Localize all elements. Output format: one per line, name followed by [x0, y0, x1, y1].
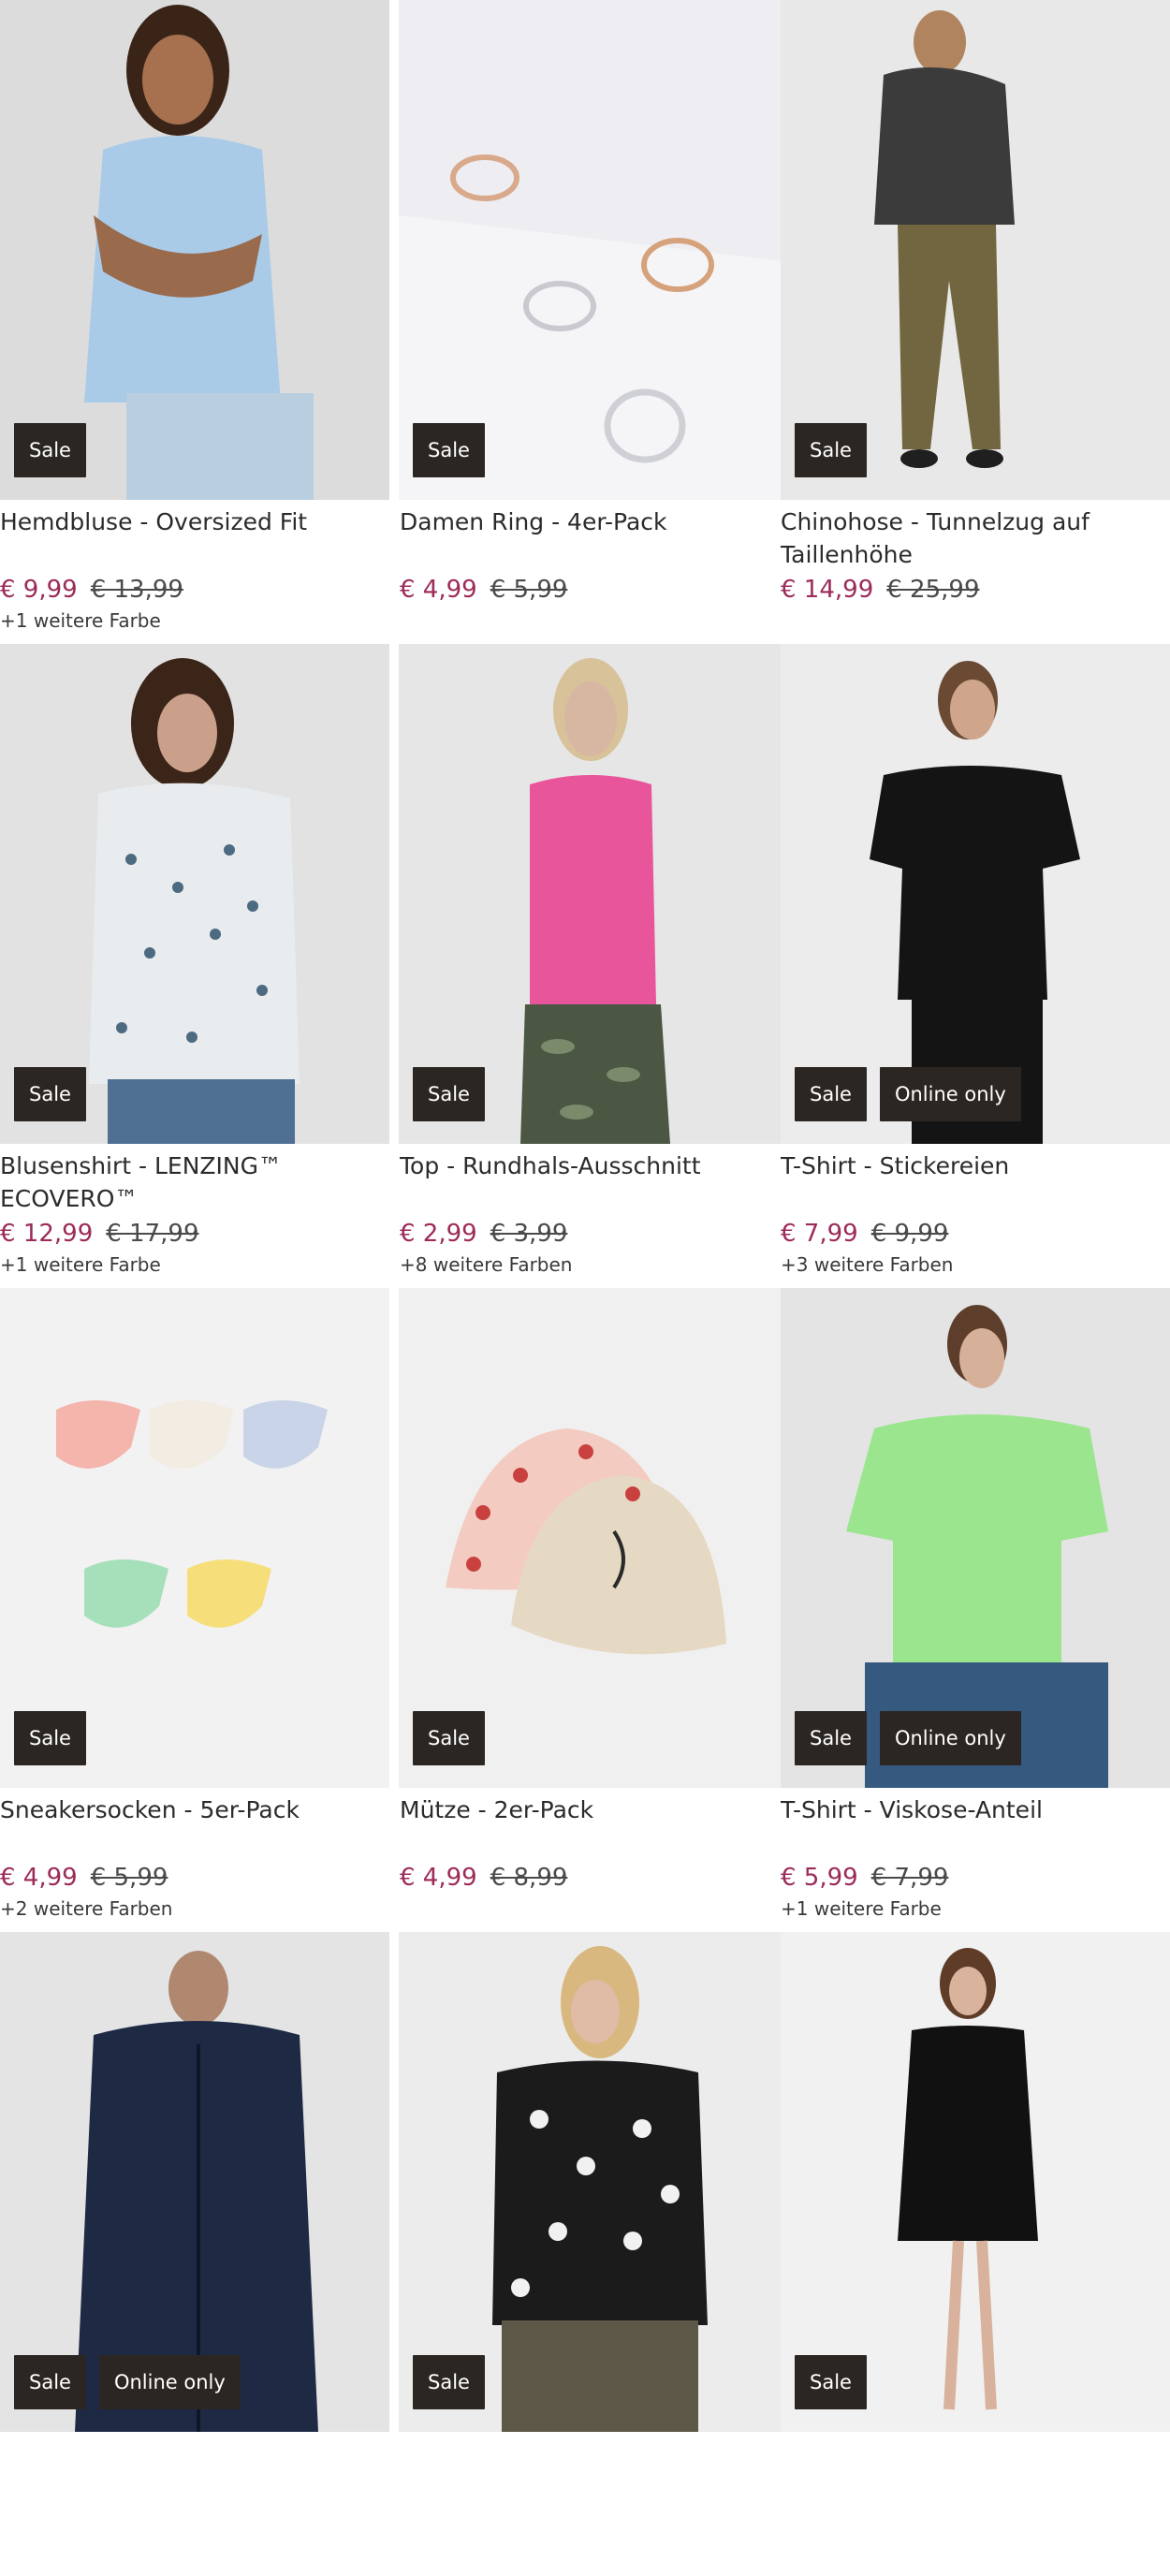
- sale-badge: Sale: [413, 423, 485, 477]
- original-price: € 5,99: [490, 576, 568, 604]
- product-image[interactable]: Sale Online only: [781, 1288, 1170, 1788]
- original-price: € 13,99: [90, 576, 183, 604]
- product-card[interactable]: Sale Blusenshirt - LENZING™ ECOVERO™ € 1…: [0, 644, 389, 1288]
- original-price: € 17,99: [106, 1220, 199, 1248]
- product-title[interactable]: Hemdbluse - Oversized Fit: [0, 505, 389, 573]
- price-row: € 12,99 € 17,99: [0, 1217, 389, 1251]
- product-title[interactable]: Sneakersocken - 5er-Pack: [0, 1793, 389, 1861]
- price-row: € 7,99 € 9,99: [781, 1217, 1170, 1251]
- original-price: € 9,99: [870, 1220, 949, 1248]
- badge-group: Sale: [795, 423, 867, 477]
- sale-price: € 9,99: [0, 576, 78, 604]
- product-grid: Sale Hemdbluse - Oversized Fit € 9,99 € …: [0, 0, 1170, 2576]
- sale-price: € 4,99: [400, 1864, 477, 1892]
- sale-badge: Sale: [14, 423, 86, 477]
- price-row: € 4,99 € 5,99: [0, 1861, 389, 1895]
- sale-price: € 7,99: [781, 1220, 858, 1248]
- badge-group: Sale: [413, 2355, 485, 2409]
- badge-group: Sale: [14, 1067, 86, 1121]
- product-title[interactable]: Blusenshirt - LENZING™ ECOVERO™: [0, 1149, 389, 1217]
- sale-price: € 4,99: [0, 1864, 78, 1892]
- price-row: € 4,99 € 5,99: [400, 573, 770, 607]
- product-card[interactable]: Sale Online only: [0, 1932, 389, 2576]
- product-image[interactable]: Sale: [0, 1288, 389, 1788]
- product-image[interactable]: Sale: [0, 644, 389, 1144]
- badge-group: Sale: [14, 1711, 86, 1765]
- product-image[interactable]: Sale: [399, 0, 790, 500]
- sale-badge: Sale: [14, 1067, 86, 1121]
- sale-badge: Sale: [14, 2355, 86, 2409]
- sale-badge: Sale: [413, 2355, 485, 2409]
- original-price: € 25,99: [886, 576, 980, 604]
- original-price: € 8,99: [490, 1864, 568, 1892]
- price-row: € 9,99 € 13,99: [0, 573, 389, 607]
- online-only-badge: Online only: [98, 2355, 241, 2409]
- product-title[interactable]: T-Shirt - Stickereien: [781, 1149, 1170, 1217]
- original-price: € 7,99: [870, 1864, 949, 1892]
- product-title[interactable]: Chinohose - Tunnelzug auf Taillenhöhe: [781, 505, 1170, 573]
- product-card[interactable]: Sale Damen Ring - 4er-Pack € 4,99 € 5,99: [389, 0, 790, 644]
- sale-price: € 12,99: [0, 1220, 94, 1248]
- product-image[interactable]: Sale: [781, 0, 1170, 500]
- more-colors[interactable]: +1 weitere Farbe: [0, 607, 389, 634]
- badge-group: Sale: [14, 423, 86, 477]
- sale-badge: Sale: [795, 2355, 867, 2409]
- product-card[interactable]: Sale Mütze - 2er-Pack € 4,99 € 8,99: [389, 1288, 790, 1932]
- online-only-badge: Online only: [879, 1067, 1021, 1121]
- badge-group: Sale: [795, 2355, 867, 2409]
- sale-badge: Sale: [413, 1711, 485, 1765]
- product-title[interactable]: T-Shirt - Viskose-Anteil: [781, 1793, 1170, 1861]
- sale-badge: Sale: [795, 1711, 867, 1765]
- product-card[interactable]: Sale: [781, 1932, 1170, 2576]
- product-card[interactable]: Sale Top - Rundhals-Ausschnitt € 2,99 € …: [389, 644, 790, 1288]
- sale-price: € 5,99: [781, 1864, 858, 1892]
- badge-group: Sale: [413, 423, 485, 477]
- product-title[interactable]: Top - Rundhals-Ausschnitt: [400, 1149, 770, 1217]
- badge-group: Sale Online only: [14, 2355, 241, 2409]
- online-only-badge: Online only: [879, 1711, 1021, 1765]
- product-card[interactable]: Sale Online only T-Shirt - Stickereien €…: [781, 644, 1170, 1288]
- badge-group: Sale Online only: [795, 1067, 1021, 1121]
- product-title[interactable]: Mütze - 2er-Pack: [400, 1793, 770, 1861]
- more-colors[interactable]: +1 weitere Farbe: [0, 1251, 389, 1278]
- sale-badge: Sale: [413, 1067, 485, 1121]
- product-image[interactable]: Sale Online only: [781, 644, 1170, 1144]
- product-image[interactable]: Sale: [399, 1288, 790, 1788]
- sale-price: € 2,99: [400, 1220, 477, 1248]
- badge-group: Sale: [413, 1711, 485, 1765]
- product-card[interactable]: Sale: [389, 1932, 790, 2576]
- original-price: € 3,99: [490, 1220, 568, 1248]
- product-card[interactable]: Sale Chinohose - Tunnelzug auf Taillenhö…: [781, 0, 1170, 644]
- product-title[interactable]: Damen Ring - 4er-Pack: [400, 505, 770, 573]
- sale-price: € 14,99: [781, 576, 874, 604]
- sale-badge: Sale: [14, 1711, 86, 1765]
- sale-badge: Sale: [795, 423, 867, 477]
- badge-group: Sale: [413, 1067, 485, 1121]
- product-card[interactable]: Sale Online only T-Shirt - Viskose-Antei…: [781, 1288, 1170, 1932]
- price-row: € 2,99 € 3,99: [400, 1217, 770, 1251]
- product-card[interactable]: Sale Hemdbluse - Oversized Fit € 9,99 € …: [0, 0, 389, 644]
- more-colors[interactable]: +8 weitere Farben: [400, 1251, 770, 1278]
- product-image[interactable]: Sale: [0, 0, 389, 500]
- more-colors[interactable]: +3 weitere Farben: [781, 1251, 1170, 1278]
- original-price: € 5,99: [90, 1864, 168, 1892]
- price-row: € 5,99 € 7,99: [781, 1861, 1170, 1895]
- price-row: € 4,99 € 8,99: [400, 1861, 770, 1895]
- product-image[interactable]: Sale: [781, 1932, 1170, 2432]
- more-colors[interactable]: +1 weitere Farbe: [781, 1895, 1170, 1922]
- price-row: € 14,99 € 25,99: [781, 573, 1170, 607]
- sale-badge: Sale: [795, 1067, 867, 1121]
- product-card[interactable]: Sale Sneakersocken - 5er-Pack € 4,99 € 5…: [0, 1288, 389, 1932]
- product-image[interactable]: Sale: [399, 1932, 790, 2432]
- more-colors[interactable]: +2 weitere Farben: [0, 1895, 389, 1922]
- product-image[interactable]: Sale: [399, 644, 790, 1144]
- sale-price: € 4,99: [400, 576, 477, 604]
- product-image[interactable]: Sale Online only: [0, 1932, 389, 2432]
- badge-group: Sale Online only: [795, 1711, 1021, 1765]
